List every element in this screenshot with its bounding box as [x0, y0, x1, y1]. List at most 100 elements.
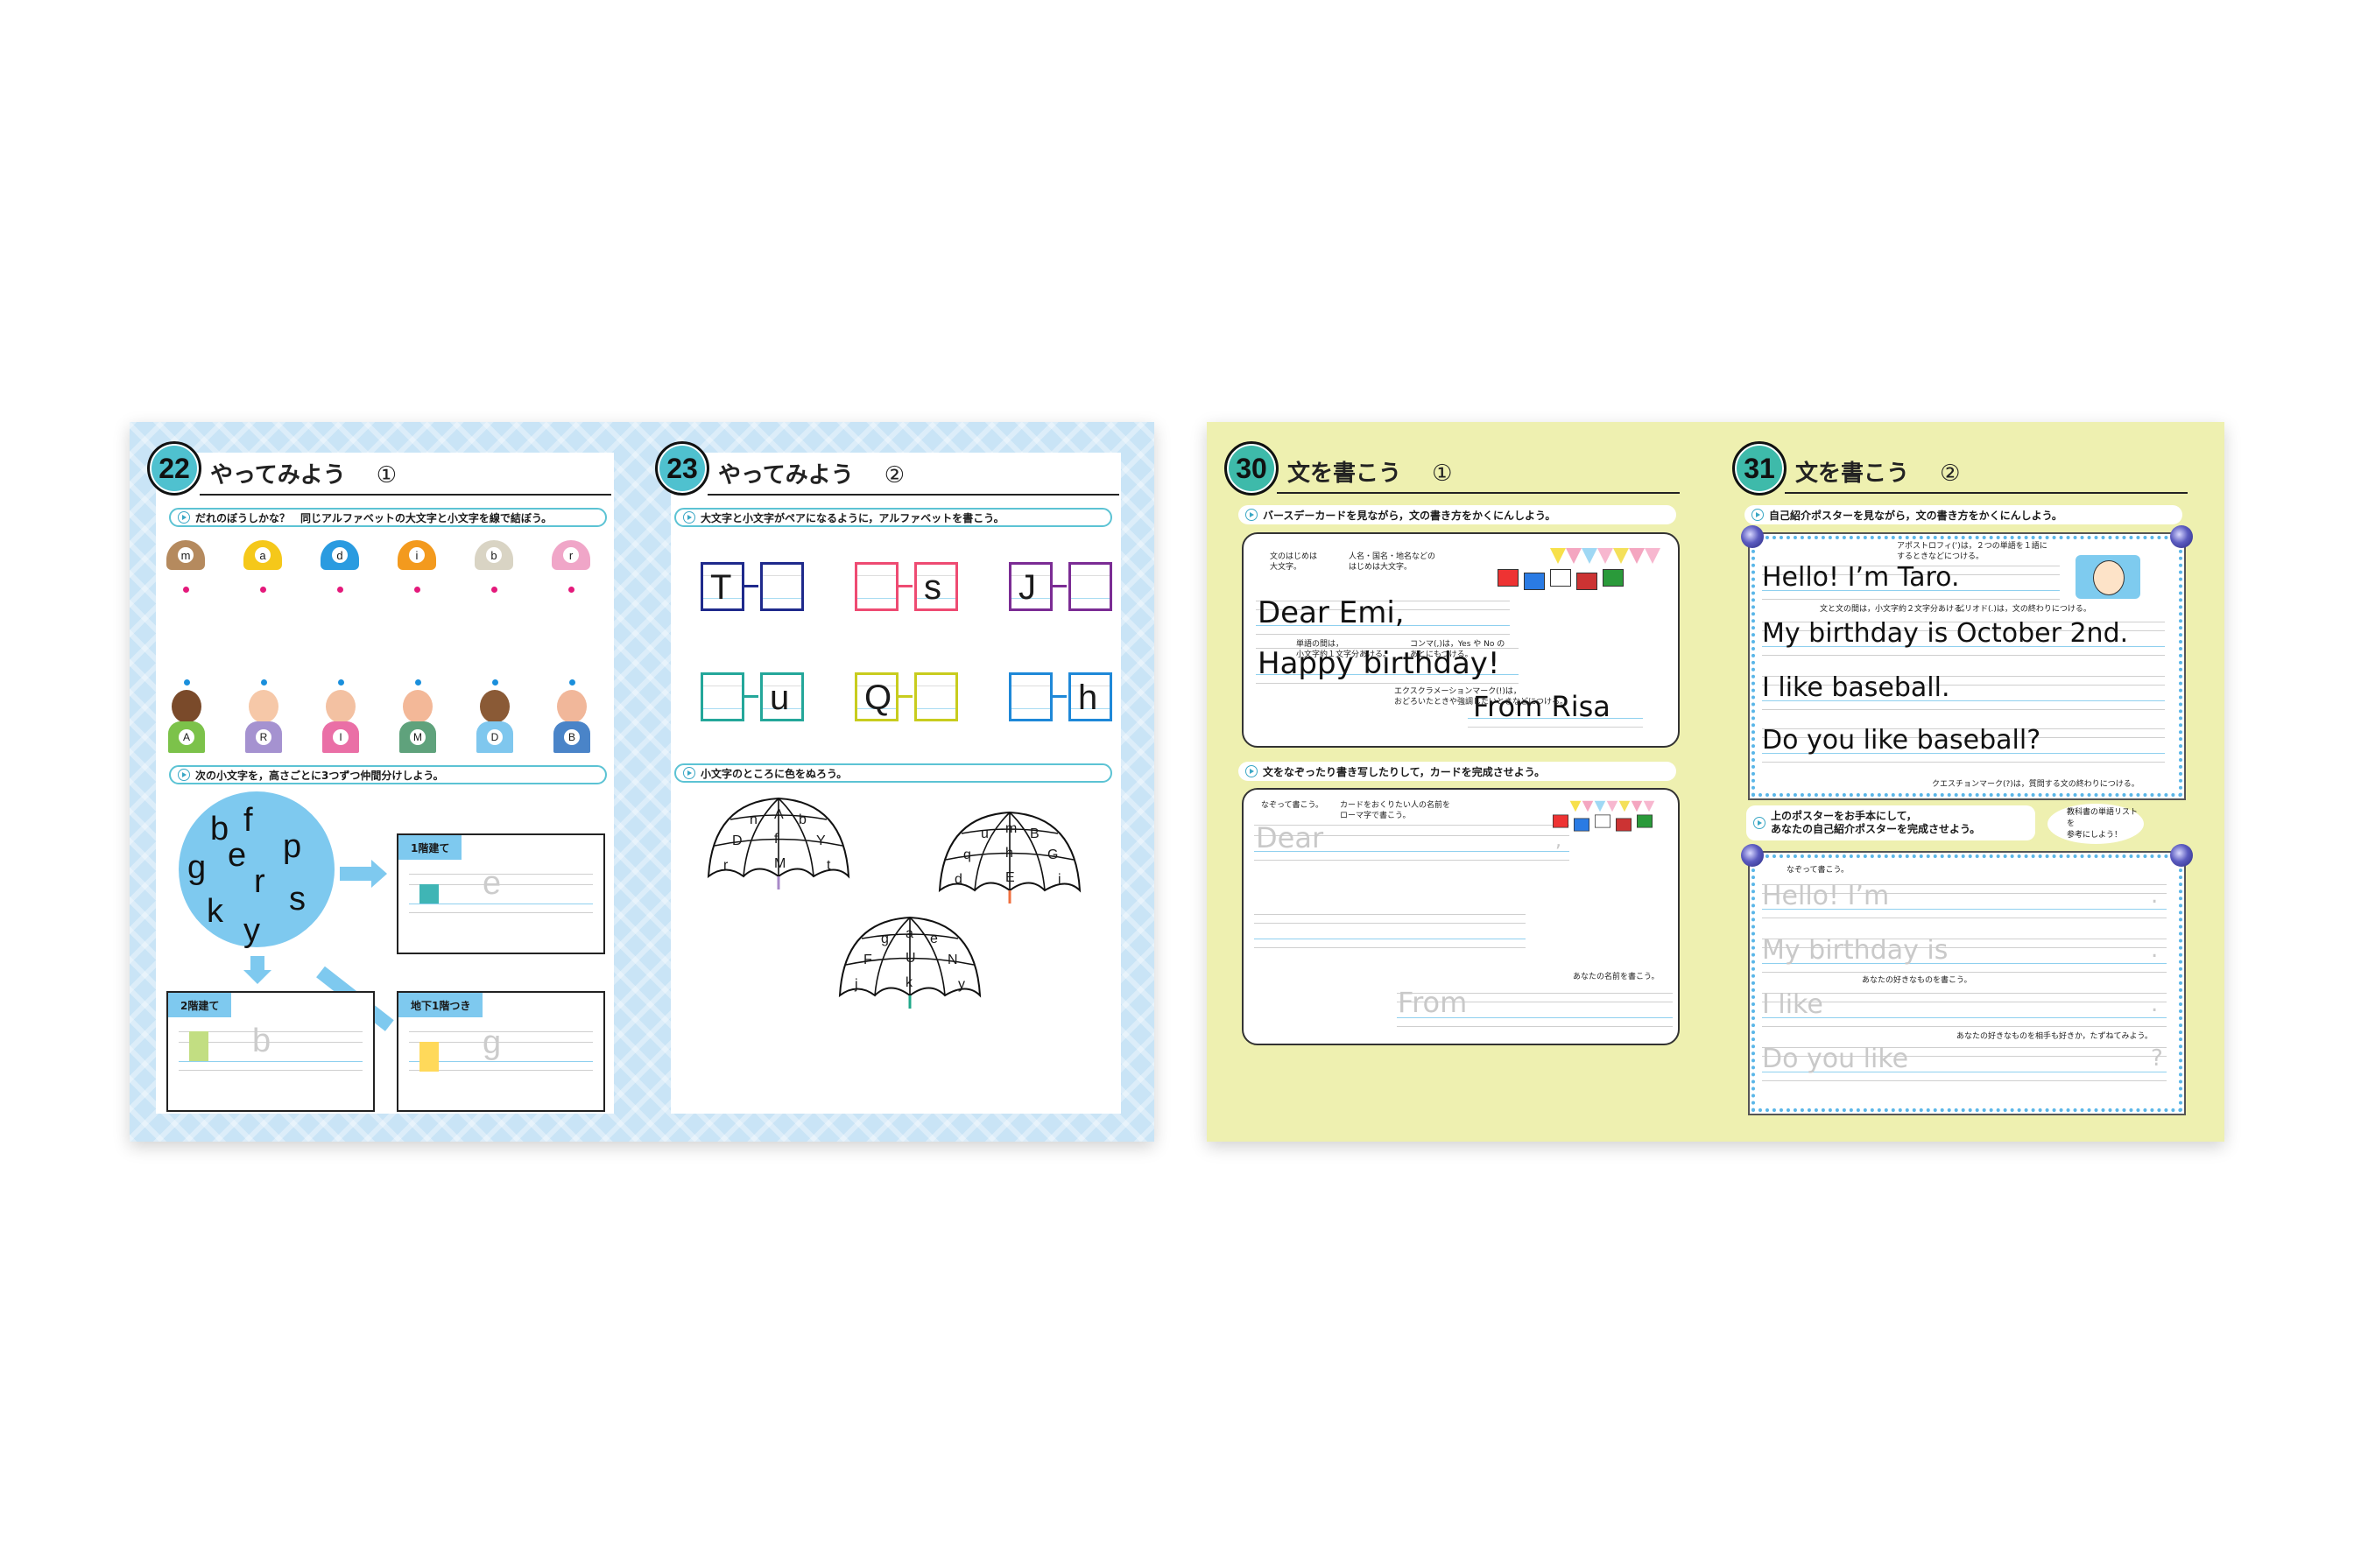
child-shirt: A — [168, 721, 205, 753]
carrot-icon — [451, 1037, 469, 1061]
instruction-banner: 大文字と小文字がペアになるように，アルファベットを書こう。 — [674, 508, 1112, 527]
trace-sentence[interactable]: I like — [1762, 989, 1823, 1020]
child-shirt: D — [476, 721, 513, 753]
umbrella-letter[interactable]: u — [981, 826, 989, 842]
instruction-banner: 小文字のところに色をぬろう。 — [674, 763, 1112, 783]
connect-dot[interactable] — [491, 587, 497, 593]
birthday-cake-icon — [1263, 688, 1359, 737]
instruction-banner: バースデーカードを見ながら，文の書き方をかくにんしよう。 — [1238, 505, 1676, 524]
umbrella-letter[interactable]: b — [799, 812, 807, 828]
guide-line — [1762, 1026, 2167, 1027]
guide-line — [1762, 655, 2165, 656]
uppercase-box: J — [1009, 562, 1053, 611]
umbrella-letter[interactable]: e — [930, 932, 938, 947]
lowercase-box: h — [1068, 672, 1112, 721]
party-garland-icon — [1533, 793, 1664, 837]
umbrella-letter[interactable]: y — [958, 977, 965, 993]
height-swatch — [189, 1031, 208, 1061]
connect-dot[interactable] — [183, 587, 189, 593]
connect-dot[interactable] — [260, 587, 266, 593]
umbrella-letter[interactable]: E — [1005, 870, 1015, 886]
umbrella-letter[interactable]: i — [1058, 872, 1061, 888]
umbrella-letter[interactable]: D — [732, 833, 743, 849]
child-letter: M — [410, 729, 426, 745]
connect-dot[interactable] — [568, 587, 574, 593]
uppercase-box[interactable] — [855, 562, 899, 611]
hat-letter: i — [409, 547, 425, 563]
lowercase-letter: f — [243, 802, 253, 839]
lowercase-box[interactable] — [1068, 562, 1112, 611]
umbrella-letter[interactable]: a — [906, 926, 913, 942]
party-garland-icon — [1471, 539, 1664, 592]
connect-dot[interactable] — [338, 679, 344, 686]
child-shirt: M — [399, 721, 436, 753]
child-shirt: B — [553, 721, 590, 753]
pair-letter: u — [770, 679, 790, 717]
lowercase-letter: s — [289, 881, 306, 918]
trace-sentence[interactable]: Hello! I’m — [1762, 881, 1889, 911]
pair-letter: J — [1018, 568, 1036, 607]
guide-line — [1256, 634, 1510, 635]
connect-dot[interactable] — [184, 679, 190, 686]
play-icon — [1751, 509, 1764, 521]
umbrella-letter[interactable]: j — [855, 977, 858, 993]
umbrella-letter[interactable]: M — [774, 856, 786, 872]
page-number-badge: 22 — [147, 441, 201, 496]
floor-group-box: 地下1階つき g — [397, 991, 605, 1112]
title-mark: ② — [884, 462, 906, 489]
trace-end-mark: ? — [2151, 1045, 2163, 1072]
pair-letter: h — [1078, 679, 1098, 717]
lowercase-box[interactable] — [760, 562, 804, 611]
trace-from[interactable]: From — [1398, 986, 1467, 1019]
umbrella-letter[interactable]: h — [1005, 846, 1013, 861]
lowercase-letter: k — [207, 893, 223, 930]
connect-dot[interactable] — [414, 587, 420, 593]
umbrella-letter[interactable]: A — [774, 807, 784, 823]
umbrella-letter[interactable]: q — [963, 847, 971, 863]
umbrella-letter[interactable]: r — [723, 858, 728, 874]
umbrella-letter[interactable]: G — [1047, 847, 1058, 863]
connect-dot[interactable] — [261, 679, 267, 686]
arrow-right-icon — [340, 867, 371, 881]
umbrella-letter[interactable]: d — [955, 872, 962, 888]
umbrella-letter[interactable]: f — [774, 832, 778, 847]
trace-sentence[interactable]: Do you like — [1762, 1044, 1908, 1074]
connect-dot[interactable] — [492, 679, 498, 686]
note-question-mark: クエスチョンマーク(?)は，質問する文の終わりにつける。 — [1932, 780, 2139, 789]
umbrella-letter[interactable]: B — [1030, 826, 1040, 842]
umbrella-letter[interactable]: N — [948, 953, 958, 968]
umbrella-letter[interactable]: g — [881, 932, 889, 947]
pennant-icon — [1613, 548, 1629, 564]
title-mark: ② — [1940, 461, 1961, 487]
title-underline — [708, 494, 1119, 496]
lowercase-letter: g — [187, 849, 207, 886]
spread-pages-22-23: 22 やってみよう ① だれのぼうしかな？ 同じアルファベットの大文字と小文字を… — [130, 422, 1154, 1142]
lowercase-box[interactable] — [914, 672, 958, 721]
connect-dot[interactable] — [569, 679, 575, 686]
umbrella-letter[interactable]: n — [750, 812, 758, 828]
uppercase-box: Q — [855, 672, 899, 721]
umbrella-letter[interactable]: t — [827, 858, 830, 874]
connect-dot[interactable] — [415, 679, 421, 686]
uppercase-box[interactable] — [1009, 672, 1053, 721]
hat-letter: b — [486, 547, 502, 563]
baseline — [857, 598, 896, 599]
trace-dear[interactable]: Dear — [1256, 821, 1323, 854]
umbrella-letter[interactable]: k — [906, 975, 913, 991]
uppercase-box[interactable] — [701, 672, 744, 721]
pennant-icon — [1618, 800, 1631, 812]
umbrella-letter[interactable]: m — [1005, 821, 1017, 837]
arrow-down-head — [243, 970, 271, 984]
umbrella-letter[interactable]: F — [863, 953, 872, 968]
note-period: ピリオド(.)は，文の終わりにつける。 — [1956, 605, 2091, 614]
umbrella-letter[interactable]: Y — [816, 833, 826, 849]
page-number-badge: 23 — [655, 441, 709, 496]
pushpin-icon — [1741, 844, 1764, 867]
baseline — [1011, 708, 1050, 709]
arrow-right-head — [371, 860, 387, 888]
connect-dot[interactable] — [337, 587, 343, 593]
floor-group-label: 2階建て — [168, 993, 232, 1017]
pair-connector — [1053, 695, 1067, 698]
umbrella-letter[interactable]: U — [906, 951, 916, 967]
trace-sentence[interactable]: My birthday is — [1762, 935, 1948, 966]
